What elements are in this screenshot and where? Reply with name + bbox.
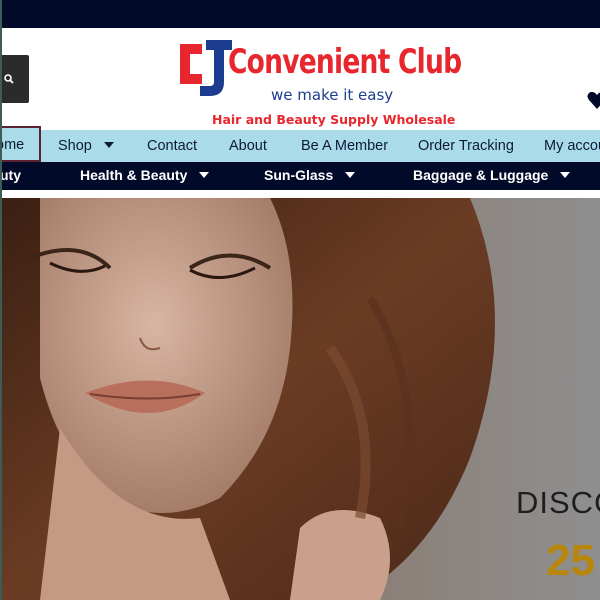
hero-model-image	[0, 198, 600, 600]
hero-headline: DISCO	[516, 485, 600, 520]
category-item-label: Health & Beauty	[80, 167, 188, 183]
nav-item-home[interactable]: ome	[0, 126, 41, 162]
brand-tagline: we make it easy	[271, 86, 394, 104]
nav-item-be-a-member[interactable]: Be A Member	[301, 130, 388, 162]
nav-item-about[interactable]: About	[229, 130, 267, 162]
nav-item-label: Be A Member	[301, 138, 389, 154]
hero-banner[interactable]: DISCO 25	[0, 198, 600, 600]
nav-item-my-account[interactable]: My accou	[544, 130, 600, 162]
site-logo[interactable]: Convenient Club we make it easy Hair and…	[176, 36, 462, 127]
category-item-beauty[interactable]: uty	[0, 162, 21, 190]
nav-item-label: My accou	[544, 138, 600, 154]
nav-item-label: ome	[0, 137, 25, 153]
chevron-down-icon	[560, 172, 571, 178]
category-item-label: uty	[0, 167, 21, 183]
nav-item-label: Order Tracking	[418, 138, 514, 154]
nav-item-label: Shop	[58, 138, 92, 154]
category-item-baggage-luggage[interactable]: Baggage & Luggage	[413, 162, 571, 190]
nav-item-label: About	[229, 138, 267, 154]
category-item-health-beauty[interactable]: Health & Beauty	[80, 162, 210, 190]
chevron-down-icon	[103, 142, 114, 148]
chevron-down-icon	[345, 172, 356, 178]
hero-discount-percent: 25	[546, 536, 595, 585]
chevron-down-icon	[199, 172, 210, 178]
top-bar	[0, 0, 600, 28]
nav-item-label: Contact	[147, 138, 197, 154]
brand-subtitle: Hair and Beauty Supply Wholesale	[212, 112, 456, 127]
nav-item-order-tracking[interactable]: Order Tracking	[418, 130, 514, 162]
category-item-label: Sun-Glass	[264, 167, 334, 183]
page-edge-divider	[0, 0, 2, 600]
brand-name: Convenient Club	[228, 42, 462, 82]
site-header: Convenient Club we make it easy Hair and…	[0, 28, 600, 130]
category-item-sun-glass[interactable]: Sun-Glass	[264, 162, 356, 190]
nav-item-contact[interactable]: Contact	[147, 130, 197, 162]
logo-mark-icon	[180, 40, 232, 96]
search-button[interactable]	[0, 55, 29, 103]
primary-nav: ome Shop Contact About Be A Member Order…	[0, 126, 600, 162]
category-nav: uty Health & Beauty Sun-Glass Baggage & …	[0, 162, 600, 190]
heart-icon[interactable]	[586, 90, 600, 112]
search-icon	[4, 74, 14, 84]
nav-item-shop[interactable]: Shop	[58, 130, 114, 162]
category-item-label: Baggage & Luggage	[413, 167, 549, 183]
